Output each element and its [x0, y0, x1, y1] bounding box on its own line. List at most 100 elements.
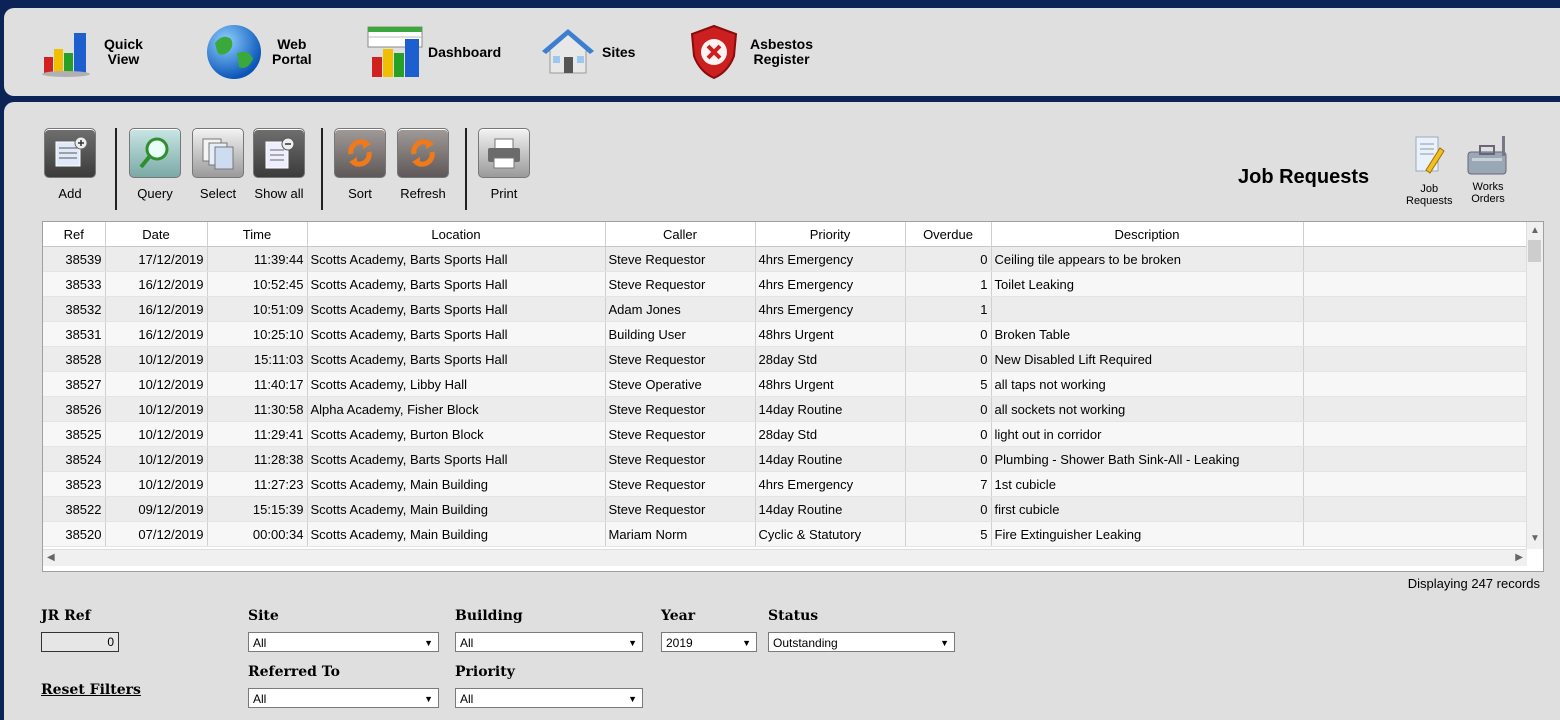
table-cell: 15:11:03	[207, 346, 308, 372]
table-row[interactable]: 38524 10/12/2019 11:28:38 Scotts Academy, B…	[43, 446, 1528, 472]
document-minus-icon	[253, 128, 305, 178]
select-pages-icon	[192, 128, 244, 178]
year-select[interactable]: 2019 ▼	[661, 632, 757, 652]
column-header[interactable]: Caller	[605, 222, 756, 247]
table-row[interactable]: 38520 07/12/2019 00:00:34 Scotts Academy, M…	[43, 521, 1528, 547]
column-header[interactable]: Description	[991, 222, 1304, 247]
table-cell: 10/12/2019	[105, 371, 208, 397]
job-requests-button[interactable]: Job Requests	[1406, 134, 1452, 207]
table-cell: Broken Table	[991, 321, 1304, 347]
table-cell-blank	[1303, 296, 1528, 322]
column-header[interactable]: Time	[207, 222, 308, 247]
table-cell: Steve Requestor	[605, 246, 756, 272]
table-cell: 00:00:34	[207, 521, 308, 547]
sort-arrows-icon	[334, 128, 386, 178]
table-cell: Toilet Leaking	[991, 271, 1304, 297]
table-cell: 10/12/2019	[105, 421, 208, 447]
priority-value: All	[460, 692, 474, 706]
nav-quick-view[interactable]: Quick View	[38, 8, 143, 96]
refresh-arrows-icon	[397, 128, 449, 178]
table-cell: 1	[905, 296, 992, 322]
table-row[interactable]: 38525 10/12/2019 11:29:41 Scotts Academy, B…	[43, 421, 1528, 447]
table-row[interactable]: 38522 09/12/2019 15:15:39 Scotts Academy, M…	[43, 496, 1528, 522]
table-cell: first cubicle	[991, 496, 1304, 522]
table-row[interactable]: 38526 10/12/2019 11:30:58 Alpha Academy, Fi…	[43, 396, 1528, 422]
dropdown-arrow-icon: ▼	[742, 638, 751, 648]
column-header[interactable]: Ref	[43, 222, 106, 247]
table-row[interactable]: 38523 10/12/2019 11:27:23 Scotts Academy, M…	[43, 471, 1528, 497]
query-button[interactable]: Query	[129, 128, 181, 201]
column-header[interactable]: Overdue	[905, 222, 992, 247]
add-label: Add	[58, 186, 82, 201]
add-button[interactable]: Add	[44, 128, 96, 201]
table-cell: Steve Requestor	[605, 446, 756, 472]
sort-button[interactable]: Sort	[334, 128, 386, 201]
nav-label: Asbestos Register	[750, 36, 814, 67]
reset-filters-link[interactable]: Reset Filters	[41, 682, 141, 698]
column-header[interactable]: Location	[307, 222, 606, 247]
main-nav: Quick View Web Portal Dashboard Sites As…	[4, 8, 1560, 96]
nav-dashboard[interactable]: Dashboard	[366, 8, 501, 96]
main-panel: Add Query Select Show all Sort Refresh P…	[4, 102, 1560, 720]
refresh-label: Refresh	[400, 186, 446, 201]
print-button[interactable]: Print	[478, 128, 530, 201]
column-header[interactable]: Date	[105, 222, 208, 247]
record-count: Displaying 247 records	[1407, 576, 1540, 591]
show-all-button[interactable]: Show all	[253, 128, 305, 201]
table-row[interactable]: 38532 16/12/2019 10:51:09 Scotts Academy, B…	[43, 296, 1528, 322]
table-cell: 0	[905, 346, 992, 372]
refresh-button[interactable]: Refresh	[397, 128, 449, 201]
table-body: 38539 17/12/2019 11:39:44 Scotts Academy, B…	[43, 246, 1528, 547]
building-label: Building	[455, 608, 523, 624]
table-cell: 10:52:45	[207, 271, 308, 297]
horizontal-scrollbar[interactable]: ◀ ▶	[43, 549, 1527, 566]
table-row[interactable]: 38533 16/12/2019 10:52:45 Scotts Academy, B…	[43, 271, 1528, 297]
table-row[interactable]: 38531 16/12/2019 10:25:10 Scotts Academy, B…	[43, 321, 1528, 347]
scroll-down-icon[interactable]: ▼	[1530, 533, 1540, 544]
works-orders-button[interactable]: Works Orders	[1464, 134, 1512, 205]
nav-sites[interactable]: Sites	[538, 8, 635, 96]
scroll-left-icon[interactable]: ◀	[47, 552, 55, 563]
scroll-right-icon[interactable]: ▶	[1515, 552, 1523, 563]
jr-ref-label: JR Ref	[41, 608, 91, 624]
table-cell: 11:29:41	[207, 421, 308, 447]
table-cell: 07/12/2019	[105, 521, 208, 547]
table-cell: 0	[905, 396, 992, 422]
scroll-up-icon[interactable]: ▲	[1530, 225, 1540, 236]
results-table: Ref Date Time Location Caller Priority O…	[43, 222, 1528, 547]
select-button[interactable]: Select	[192, 128, 244, 201]
scroll-thumb[interactable]	[1528, 240, 1541, 262]
nav-label: Web Portal	[272, 36, 312, 67]
referred-to-value: All	[253, 692, 267, 706]
priority-select[interactable]: All ▼	[455, 688, 643, 708]
table-cell: Steve Requestor	[605, 421, 756, 447]
dropdown-arrow-icon: ▼	[628, 638, 637, 648]
vertical-scrollbar[interactable]: ▲ ▼	[1526, 222, 1543, 549]
table-cell: 5	[905, 371, 992, 397]
referred-to-select[interactable]: All ▼	[248, 688, 439, 708]
job-requests-table: Ref Date Time Location Caller Priority O…	[42, 221, 1544, 572]
jr-ref-input[interactable]: 0	[41, 632, 119, 652]
house-icon	[538, 22, 598, 82]
nav-asbestos-register[interactable]: Asbestos Register	[684, 8, 813, 96]
status-select[interactable]: Outstanding ▼	[768, 632, 955, 652]
site-select[interactable]: All ▼	[248, 632, 439, 652]
year-value: 2019	[666, 636, 693, 650]
notepad-pencil-icon	[1406, 134, 1452, 183]
table-row[interactable]: 38528 10/12/2019 15:11:03 Scotts Academy, B…	[43, 346, 1528, 372]
table-cell: 11:27:23	[207, 471, 308, 497]
nav-web-portal[interactable]: Web Portal	[204, 8, 312, 96]
table-cell: Steve Requestor	[605, 496, 756, 522]
table-row[interactable]: 38527 10/12/2019 11:40:17 Scotts Academy, L…	[43, 371, 1528, 397]
table-cell: 0	[905, 446, 992, 472]
column-header[interactable]: Priority	[755, 222, 906, 247]
table-row[interactable]: 38539 17/12/2019 11:39:44 Scotts Academy, B…	[43, 246, 1528, 272]
table-cell-blank	[1303, 421, 1528, 447]
site-value: All	[253, 636, 267, 650]
table-cell: 38532	[43, 296, 106, 322]
toolbar-divider	[115, 128, 117, 210]
building-select[interactable]: All ▼	[455, 632, 643, 652]
toolbar-divider	[321, 128, 323, 210]
table-cell: 10/12/2019	[105, 396, 208, 422]
table-cell: 0	[905, 321, 992, 347]
